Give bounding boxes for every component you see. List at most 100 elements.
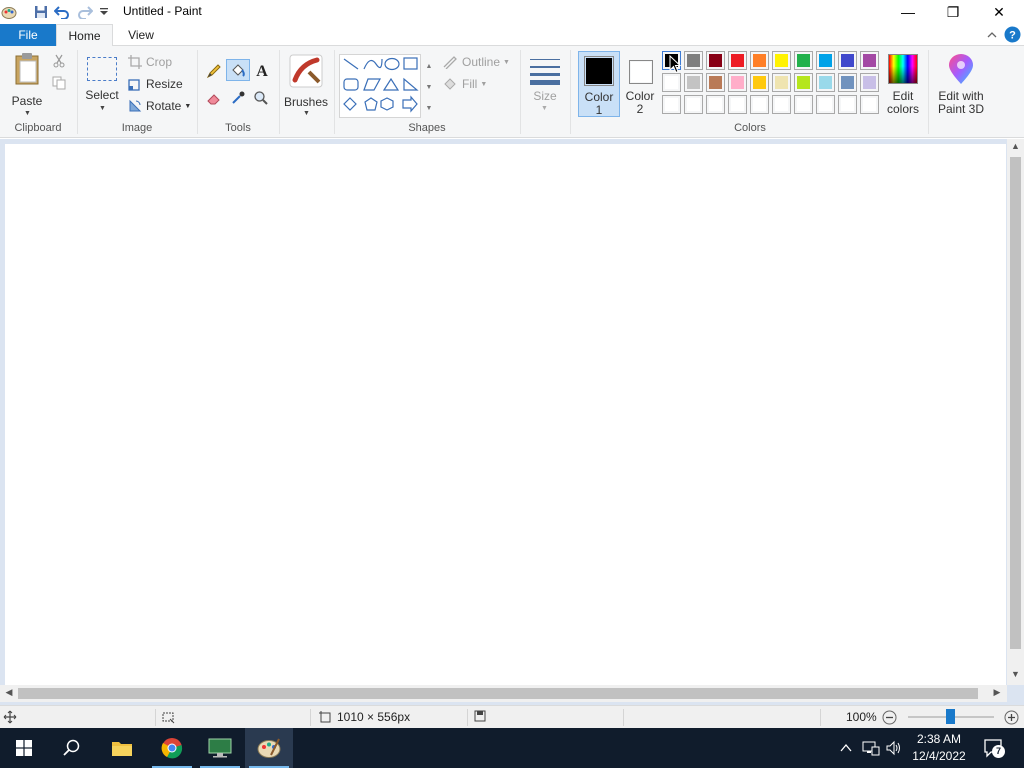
- palette-swatch-color: [709, 76, 722, 89]
- outline-button[interactable]: Outline ▼: [442, 54, 510, 70]
- paste-button[interactable]: Paste ▼: [10, 52, 44, 117]
- drawing-canvas[interactable]: [5, 144, 1006, 685]
- minimize-button[interactable]: —: [885, 0, 931, 24]
- clock-date: 12/4/2022: [912, 749, 966, 763]
- collapse-ribbon-icon[interactable]: [985, 28, 999, 42]
- palette-swatch[interactable]: [662, 95, 681, 114]
- palette-swatch[interactable]: [684, 51, 703, 70]
- customize-quick-access-icon[interactable]: [95, 3, 113, 21]
- palette-swatch[interactable]: [728, 51, 747, 70]
- palette-swatch-color: [709, 98, 722, 111]
- help-icon[interactable]: ?: [1004, 26, 1021, 43]
- horizontal-scroll-thumb[interactable]: [18, 688, 978, 699]
- resize-button[interactable]: Resize: [128, 76, 183, 92]
- palette-swatch[interactable]: [772, 95, 791, 114]
- palette-swatch[interactable]: [706, 73, 725, 92]
- save-icon[interactable]: [32, 3, 50, 21]
- palette-swatch[interactable]: [728, 73, 747, 92]
- redo-icon[interactable]: [76, 3, 94, 21]
- zoom-in-button[interactable]: [1004, 710, 1019, 725]
- palette-swatch[interactable]: [772, 51, 791, 70]
- horizontal-scrollbar[interactable]: ◀ ▶: [0, 685, 1007, 702]
- magnifier-icon[interactable]: [251, 88, 271, 108]
- palette-swatch[interactable]: [794, 73, 813, 92]
- scroll-up-icon[interactable]: ▲: [1007, 141, 1024, 155]
- fill-with-color-icon[interactable]: [226, 59, 250, 81]
- cut-icon[interactable]: [52, 54, 66, 68]
- palette-swatch[interactable]: [816, 51, 835, 70]
- taskbar-terminal-app[interactable]: [196, 728, 244, 768]
- palette-swatch[interactable]: [750, 95, 769, 114]
- status-bar: 1010 × 556px 100%: [0, 705, 1024, 728]
- palette-swatch[interactable]: [838, 51, 857, 70]
- action-center-button[interactable]: 7: [983, 738, 1005, 758]
- image-group-label: Image: [121, 122, 153, 134]
- palette-swatch[interactable]: [860, 51, 879, 70]
- scroll-left-icon[interactable]: ◀: [2, 687, 16, 701]
- palette-swatch[interactable]: [706, 51, 725, 70]
- palette-swatch[interactable]: [838, 95, 857, 114]
- taskbar-paint[interactable]: [245, 728, 293, 768]
- size-button[interactable]: Size ▼: [526, 54, 564, 114]
- palette-swatch[interactable]: [684, 95, 703, 114]
- taskbar-chrome[interactable]: [148, 728, 196, 768]
- palette-swatch[interactable]: [772, 73, 791, 92]
- show-hidden-icons-icon[interactable]: [838, 740, 854, 756]
- color-picker-icon[interactable]: [228, 88, 248, 108]
- palette-swatch[interactable]: [662, 73, 681, 92]
- color2-button[interactable]: Color 2: [622, 51, 658, 117]
- scroll-down-icon[interactable]: ▼: [1007, 669, 1024, 683]
- vertical-scrollbar[interactable]: ▲ ▼: [1007, 139, 1024, 685]
- palette-swatch[interactable]: [684, 73, 703, 92]
- volume-icon[interactable]: [885, 739, 903, 757]
- network-icon[interactable]: [862, 739, 880, 757]
- edit-colors-button[interactable]: Edit colors: [884, 52, 922, 116]
- palette-swatch[interactable]: [750, 73, 769, 92]
- vertical-scroll-thumb[interactable]: [1010, 157, 1021, 649]
- rotate-label: Rotate: [146, 99, 182, 113]
- palette-swatch[interactable]: [750, 51, 769, 70]
- zoom-slider-thumb[interactable]: [946, 709, 955, 724]
- tab-view[interactable]: View: [118, 24, 164, 46]
- palette-swatch[interactable]: [794, 95, 813, 114]
- palette-swatch[interactable]: [816, 73, 835, 92]
- palette-swatch[interactable]: [794, 51, 813, 70]
- paint-app-icon[interactable]: [0, 3, 18, 21]
- palette-swatch-color: [819, 54, 832, 67]
- start-button[interactable]: [0, 728, 48, 768]
- undo-icon[interactable]: [53, 3, 71, 21]
- close-button[interactable]: ✕: [976, 0, 1022, 24]
- taskbar-clock[interactable]: 2:38 AM 12/4/2022: [905, 731, 973, 765]
- select-button[interactable]: Select ▼: [84, 54, 120, 114]
- fill-button[interactable]: Fill ▼: [442, 76, 487, 92]
- color1-button[interactable]: Color 1: [578, 51, 620, 117]
- eraser-icon[interactable]: [204, 88, 224, 108]
- palette-swatch[interactable]: [838, 73, 857, 92]
- scroll-right-icon[interactable]: ▶: [990, 687, 1004, 701]
- shapes-scroll[interactable]: ▲ ▼ ▼: [424, 56, 434, 116]
- search-button[interactable]: [48, 728, 96, 768]
- cursor-position-icon: [3, 710, 17, 724]
- tab-file[interactable]: File: [0, 24, 56, 46]
- select-label: Select: [85, 88, 119, 102]
- brushes-button[interactable]: Brushes ▼: [284, 52, 328, 117]
- palette-swatch-color: [797, 54, 810, 67]
- rotate-button[interactable]: Rotate ▼: [128, 98, 191, 114]
- pencil-icon[interactable]: [204, 61, 224, 81]
- maximize-button[interactable]: ❐: [930, 0, 976, 24]
- zoom-out-button[interactable]: [882, 710, 897, 725]
- colors-group-label: Colors: [734, 122, 766, 134]
- taskbar-file-explorer[interactable]: [98, 728, 146, 768]
- crop-button[interactable]: Crop: [128, 54, 172, 70]
- edit-with-paint3d-button[interactable]: Edit with Paint 3D: [932, 52, 990, 116]
- palette-swatch[interactable]: [728, 95, 747, 114]
- palette-swatch[interactable]: [816, 95, 835, 114]
- tab-home[interactable]: Home: [56, 24, 113, 47]
- shapes-gallery[interactable]: [339, 54, 421, 118]
- copy-icon[interactable]: [52, 76, 66, 90]
- palette-swatch[interactable]: [860, 95, 879, 114]
- palette-swatch[interactable]: [860, 73, 879, 92]
- palette-swatch[interactable]: [706, 95, 725, 114]
- palette-swatch-color: [797, 76, 810, 89]
- text-icon[interactable]: A: [252, 60, 272, 80]
